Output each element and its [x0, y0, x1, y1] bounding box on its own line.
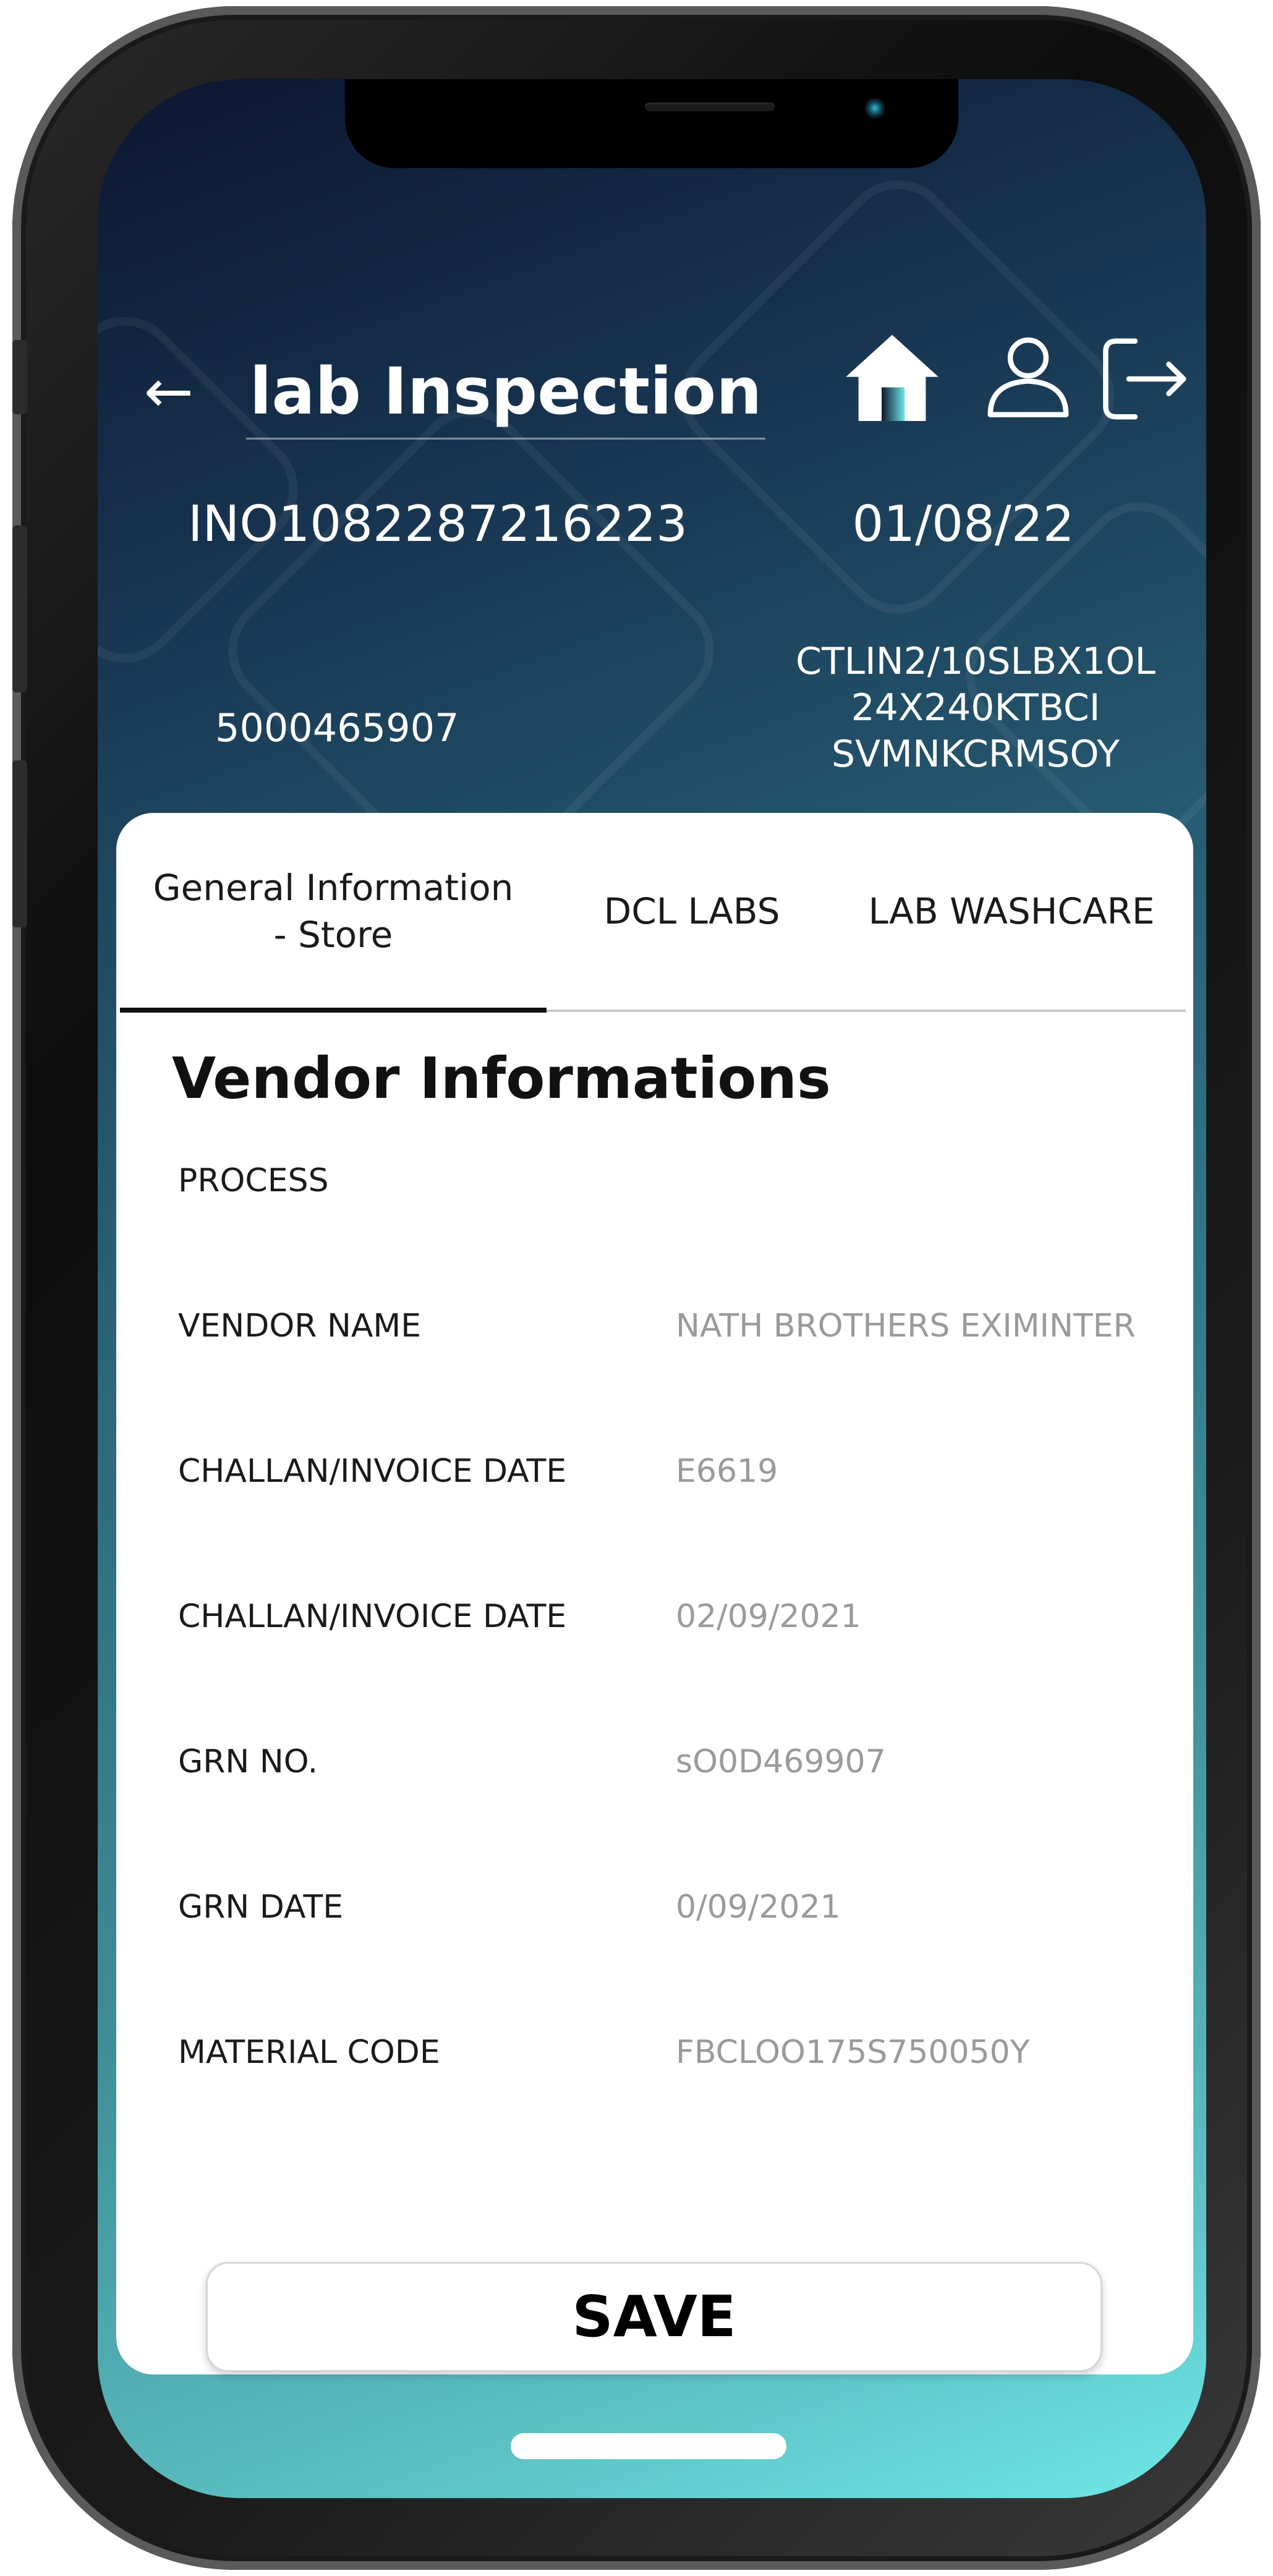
tab-dcl-labs[interactable]: DCL LABS	[547, 813, 837, 1010]
field-label: GRN DATE	[178, 1889, 344, 1926]
back-button[interactable]: ←	[135, 362, 203, 421]
side-button	[12, 340, 27, 414]
tab-lab-washcare[interactable]: LAB WASHCARE	[837, 813, 1186, 1010]
logout-icon[interactable]	[1093, 326, 1198, 431]
phone-frame: ← lab Inspection INO1082287216223 01/08/…	[12, 6, 1261, 2570]
tab-bar: General Information - Store DCL LABS LAB…	[120, 813, 1186, 1013]
app-screen: ← lab Inspection INO1082287216223 01/08/…	[98, 79, 1206, 2498]
save-button[interactable]: SAVE	[206, 2262, 1102, 2372]
content-card: General Information - Store DCL LABS LAB…	[116, 813, 1193, 2374]
field-value[interactable]: 0/09/2021	[676, 1879, 841, 1935]
section-title: Vendor Informations	[172, 1045, 831, 1112]
phone-notch	[345, 79, 958, 168]
field-label: GRN NO.	[178, 1743, 318, 1780]
field-row-grn-date: GRN DATE 0/09/2021	[178, 1879, 1180, 1935]
item-code: CTLIN2/10SLBX1OL 24X240KTBCI SVMNKCRMSOY	[796, 640, 1156, 776]
field-label: PROCESS	[178, 1162, 329, 1199]
field-label: VENDOR NAME	[178, 1307, 422, 1345]
side-button	[12, 760, 27, 927]
field-value[interactable]: NATH BROTHERS EXIMINTER	[676, 1298, 1136, 1354]
field-label: MATERIAL CODE	[178, 2034, 440, 2071]
field-row-material-code: MATERIAL CODE FBCLOO175S750050Y	[178, 2025, 1180, 2080]
field-value[interactable]: FBCLOO175S750050Y	[676, 2025, 1029, 2080]
field-value[interactable]: E6619	[676, 1443, 778, 1499]
front-camera	[864, 98, 885, 119]
field-row-challan-invoice-no: CHALLAN/INVOICE DATE E6619	[178, 1443, 1180, 1499]
field-row-grn-no: GRN NO. sO0D469907	[178, 1734, 1180, 1790]
user-icon[interactable]	[976, 326, 1081, 431]
home-icon[interactable]	[840, 326, 945, 431]
tab-general-information[interactable]: General Information - Store	[120, 813, 547, 1013]
field-value[interactable]: sO0D469907	[676, 1734, 886, 1790]
field-value[interactable]: 02/09/2021	[676, 1589, 861, 1644]
po-number: 5000465907	[215, 705, 459, 750]
inspection-number: INO1082287216223	[187, 495, 688, 553]
side-button	[12, 525, 27, 692]
field-row-process: PROCESS	[178, 1153, 1180, 1209]
page-title: lab Inspection	[246, 345, 765, 440]
field-row-vendor-name: VENDOR NAME NATH BROTHERS EXIMINTER	[178, 1298, 1180, 1354]
speaker-grille	[645, 103, 775, 111]
inspection-date: 01/08/22	[852, 495, 1075, 553]
field-row-challan-invoice-date: CHALLAN/INVOICE DATE 02/09/2021	[178, 1589, 1180, 1644]
field-label: CHALLAN/INVOICE DATE	[178, 1598, 567, 1635]
field-label: CHALLAN/INVOICE DATE	[178, 1453, 567, 1490]
home-indicator[interactable]	[511, 2433, 786, 2459]
